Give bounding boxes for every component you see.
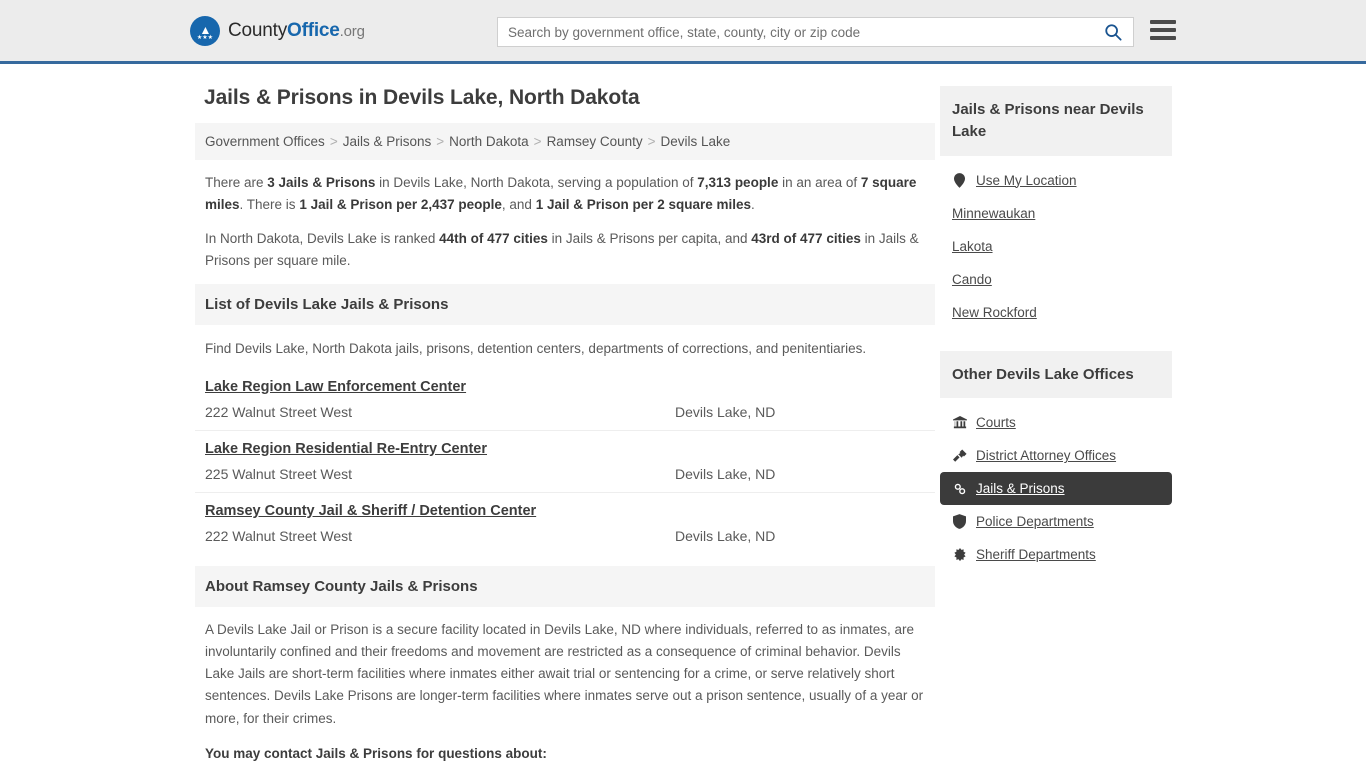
listing-detail-row: 222 Walnut Street West Devils Lake, ND xyxy=(205,404,925,420)
page-container: Jails & Prisons in Devils Lake, North Da… xyxy=(0,64,1366,765)
office-link-jails-prisons[interactable]: Jails & Prisons xyxy=(940,472,1172,506)
list-item: Lake Region Law Enforcement Center 222 Wa… xyxy=(195,369,935,431)
nearby-city-label: Minnewaukan xyxy=(952,205,1036,221)
site-header: ▲ ★★★ CountyOffice.org xyxy=(0,0,1366,64)
statistic-value: 43rd of 477 cities xyxy=(751,231,861,246)
logo-text: CountyOffice.org xyxy=(228,20,365,42)
about-paragraph: A Devils Lake Jail or Prison is a secure… xyxy=(205,621,924,726)
jails-list: Lake Region Law Enforcement Center 222 Wa… xyxy=(195,369,935,554)
nearby-city-link[interactable]: New Rockford xyxy=(940,296,1172,329)
statistic-text: . There is xyxy=(239,197,300,212)
gavel-icon xyxy=(952,449,967,463)
logo-text-part1: County xyxy=(228,19,288,41)
office-link-label: Jails & Prisons xyxy=(976,481,1065,497)
statistic-value: 7,313 people xyxy=(697,175,779,190)
statistic-text: In North Dakota, Devils Lake is ranked xyxy=(205,231,440,246)
statistics-block: There are 3 Jails & Prisons in Devils La… xyxy=(195,160,935,272)
statistic-value: 44th of 477 cities xyxy=(439,231,548,246)
map-pin-icon xyxy=(952,172,967,188)
about-section-heading: About Ramsey County Jails & Prisons xyxy=(195,565,935,607)
contact-intro: You may contact Jails & Prisons for ques… xyxy=(205,745,547,761)
use-my-location-button[interactable]: Use My Location xyxy=(940,164,1172,197)
statistic-text: in an area of xyxy=(778,175,861,190)
search-icon[interactable] xyxy=(1093,18,1133,46)
nearby-city-label: Cando xyxy=(952,271,992,287)
statistics-line-1: There are 3 Jails & Prisons in Devils La… xyxy=(205,172,925,216)
statistic-value: 1 Jail & Prison per 2 square miles xyxy=(535,197,752,212)
breadcrumb-separator: > xyxy=(436,134,445,149)
listing-name-link[interactable]: Lake Region Law Enforcement Center xyxy=(205,379,466,395)
courthouse-icon xyxy=(952,415,967,430)
list-item: Ramsey County Jail & Sheriff / Detention… xyxy=(195,493,935,554)
listing-address: 225 Walnut Street West xyxy=(205,465,353,482)
breadcrumb-separator: > xyxy=(647,134,656,149)
office-link-label: Sheriff Departments xyxy=(976,547,1096,563)
star-badge-icon xyxy=(952,547,967,562)
logo-text-part3: .org xyxy=(339,22,365,40)
nearby-list: Use My Location Minnewaukan Lakota Cando Ne… xyxy=(940,156,1172,329)
listing-detail-row: 225 Walnut Street West Devils Lake, ND xyxy=(205,466,925,482)
office-link-label: Courts xyxy=(976,415,1016,431)
breadcrumb-item-4[interactable]: Ramsey County xyxy=(547,134,643,149)
breadcrumb: Government Offices > Jails & Prisons > North… xyxy=(195,123,935,160)
listing-name-link[interactable]: Ramsey County Jail & Sheriff / Detention… xyxy=(205,503,536,519)
nearby-city-label: New Rockford xyxy=(952,304,1037,320)
search-input[interactable] xyxy=(498,24,1093,40)
office-link-label: Police Departments xyxy=(976,514,1094,530)
logo-text-part2: Office xyxy=(287,19,340,41)
list-section-heading: List of Devils Lake Jails & Prisons xyxy=(195,284,935,325)
nearby-city-link[interactable]: Minnewaukan xyxy=(940,197,1172,230)
sidebar: Jails & Prisons near Devils Lake Use My … xyxy=(940,64,1172,765)
office-link-label: District Attorney Offices xyxy=(976,448,1117,464)
listing-address: 222 Walnut Street West xyxy=(205,403,353,420)
about-section-body: A Devils Lake Jail or Prison is a secure… xyxy=(195,607,935,766)
office-link-police-departments[interactable]: Police Departments xyxy=(940,505,1172,538)
breadcrumb-separator: > xyxy=(533,134,542,149)
breadcrumb-item-3[interactable]: North Dakota xyxy=(449,134,529,149)
list-section-note: Find Devils Lake, North Dakota jails, pr… xyxy=(205,341,867,356)
breadcrumb-item-1[interactable]: Government Offices xyxy=(205,134,325,149)
statistic-text: There are xyxy=(205,175,268,190)
nearby-city-link[interactable]: Cando xyxy=(940,263,1172,296)
statistic-text: . xyxy=(751,197,755,212)
listing-address: 222 Walnut Street West xyxy=(205,527,353,544)
main-content: Jails & Prisons in Devils Lake, North Da… xyxy=(195,64,935,765)
site-logo[interactable]: ▲ ★★★ CountyOffice.org xyxy=(190,15,365,46)
listing-name-link[interactable]: Lake Region Residential Re-Entry Center xyxy=(205,441,487,457)
nearby-section-heading: Jails & Prisons near Devils Lake xyxy=(940,86,1172,156)
list-item: Lake Region Residential Re-Entry Center 2… xyxy=(195,431,935,493)
shield-icon xyxy=(952,514,967,530)
office-link-courts[interactable]: Courts xyxy=(940,406,1172,439)
listing-city: Devils Lake, ND xyxy=(675,465,776,482)
eagle-seal-icon: ▲ ★★★ xyxy=(190,15,220,46)
other-offices-list: Courts District Attorney Offices Jails & P… xyxy=(940,398,1172,571)
breadcrumb-separator: > xyxy=(329,134,338,149)
breadcrumb-item-2[interactable]: Jails & Prisons xyxy=(343,134,432,149)
use-my-location-label: Use My Location xyxy=(976,172,1077,188)
statistics-line-2: In North Dakota, Devils Lake is ranked 4… xyxy=(205,228,925,272)
statistic-text: in Jails & Prisons per capita, and xyxy=(547,231,752,246)
statistic-text: in Devils Lake, North Dakota, serving a … xyxy=(375,175,698,190)
office-link-district-attorney-offices[interactable]: District Attorney Offices xyxy=(940,439,1172,472)
page-title: Jails & Prisons in Devils Lake, North Da… xyxy=(204,86,640,109)
listing-city: Devils Lake, ND xyxy=(675,527,776,544)
handcuffs-icon xyxy=(952,482,967,496)
statistic-value: 3 Jails & Prisons xyxy=(267,175,376,190)
statistic-text: , and xyxy=(501,197,536,212)
nearby-city-label: Lakota xyxy=(952,238,993,254)
breadcrumb-item-5[interactable]: Devils Lake xyxy=(661,134,731,149)
search-bar xyxy=(497,17,1134,47)
statistic-value: 1 Jail & Prison per 2,437 people xyxy=(299,197,502,212)
office-link-sheriff-departments[interactable]: Sheriff Departments xyxy=(940,538,1172,571)
hamburger-menu-icon[interactable] xyxy=(1150,20,1176,40)
nearby-city-link[interactable]: Lakota xyxy=(940,230,1172,263)
other-offices-heading: Other Devils Lake Offices xyxy=(940,350,1172,399)
listing-detail-row: 222 Walnut Street West Devils Lake, ND xyxy=(205,528,925,544)
listing-city: Devils Lake, ND xyxy=(675,403,776,420)
